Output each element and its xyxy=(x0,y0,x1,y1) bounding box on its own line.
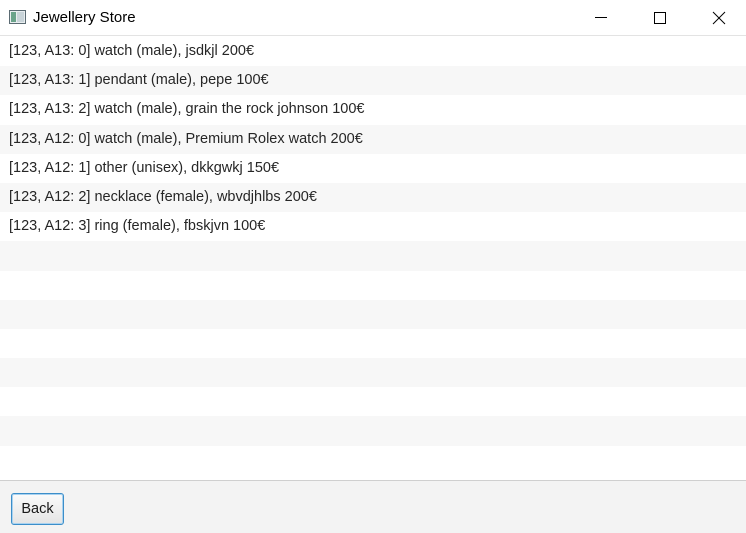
maximize-icon xyxy=(654,12,666,24)
back-button[interactable]: Back xyxy=(11,493,64,525)
empty-list-row[interactable] xyxy=(0,358,746,388)
empty-list-row[interactable] xyxy=(0,299,746,329)
close-icon xyxy=(712,11,726,25)
close-button[interactable] xyxy=(696,0,742,36)
list-item[interactable]: [123, A12: 2] necklace (female), wbvdjhl… xyxy=(0,182,746,213)
list-item[interactable]: [123, A13: 2] watch (male), grain the ro… xyxy=(0,95,746,125)
title-bar: Jewellery Store xyxy=(0,0,746,36)
empty-list-row[interactable] xyxy=(0,328,746,359)
app-window-icon xyxy=(9,10,26,24)
empty-list-row[interactable] xyxy=(0,241,746,271)
jewellery-list[interactable]: [123, A13: 0] watch (male), jsdkjl 200€[… xyxy=(0,37,746,480)
empty-list-row[interactable] xyxy=(0,445,746,475)
empty-list-row[interactable] xyxy=(0,270,746,300)
maximize-button[interactable] xyxy=(637,0,683,36)
window-title: Jewellery Store xyxy=(33,9,136,26)
empty-list-row[interactable] xyxy=(0,387,746,417)
empty-list-row[interactable] xyxy=(0,416,746,446)
minimize-icon xyxy=(595,17,607,18)
list-item[interactable]: [123, A13: 0] watch (male), jsdkjl 200€ xyxy=(0,37,746,67)
list-item[interactable]: [123, A12: 0] watch (male), Premium Role… xyxy=(0,124,746,154)
list-item[interactable]: [123, A12: 3] ring (female), fbskjvn 100… xyxy=(0,212,746,242)
list-item[interactable]: [123, A13: 1] pendant (male), pepe 100€ xyxy=(0,66,746,96)
list-item[interactable]: [123, A12: 1] other (unisex), dkkgwkj 15… xyxy=(0,153,746,183)
minimize-button[interactable] xyxy=(578,0,624,36)
footer-bar: Back xyxy=(0,480,746,533)
